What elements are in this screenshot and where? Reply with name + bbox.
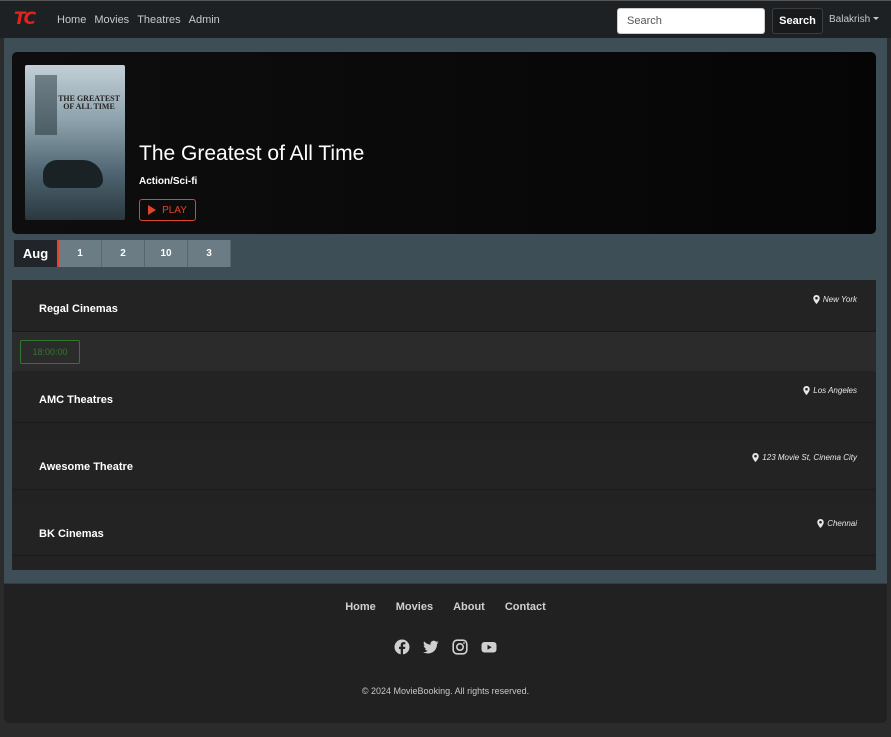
nav-link-theatres[interactable]: Theatres — [137, 14, 180, 26]
theatre-location: Chennai — [817, 519, 857, 528]
date-item[interactable]: 10 — [145, 240, 188, 267]
map-pin-icon — [803, 386, 810, 395]
footer-link-contact[interactable]: Contact — [505, 601, 546, 613]
map-pin-icon — [752, 453, 760, 462]
social-links — [4, 639, 887, 655]
movie-genre: Action/Sci-fi — [139, 176, 198, 187]
play-icon — [148, 205, 157, 215]
date-selector: Aug 1 2 10 3 — [14, 240, 231, 267]
nav-link-movies[interactable]: Movies — [94, 14, 129, 26]
movie-title: The Greatest of All Time — [139, 142, 365, 165]
instagram-icon[interactable] — [452, 639, 468, 655]
nav-links: Home Movies Theatres Admin — [57, 14, 228, 26]
poster-bike — [43, 160, 103, 188]
theatre-location: 123 Movie St, Cinema City — [752, 453, 857, 462]
main-content: THE GREATEST OF ALL TIME The Greatest of… — [4, 38, 887, 583]
brand-logo[interactable]: TC — [14, 9, 36, 29]
theatre-card-amc[interactable]: AMC Theatres Los Angeles — [12, 371, 876, 423]
showtime-button[interactable]: 18:00:00 — [20, 340, 80, 364]
movie-poster: THE GREATEST OF ALL TIME — [25, 65, 125, 220]
nav-link-admin[interactable]: Admin — [189, 14, 220, 26]
poster-title: THE GREATEST OF ALL TIME — [58, 94, 120, 111]
location-text: New York — [822, 295, 857, 304]
user-menu[interactable]: Balakrish — [829, 14, 880, 25]
location-text: Los Angeles — [813, 386, 857, 395]
theatre-name: Regal Cinemas — [39, 303, 118, 315]
location-text: 123 Movie St, Cinema City — [762, 453, 857, 462]
search-button[interactable]: Search — [772, 8, 823, 34]
date-item[interactable]: 2 — [102, 240, 145, 267]
copyright-text: © 2024 MovieBooking. All rights reserved… — [361, 686, 530, 696]
search-input[interactable] — [617, 8, 765, 34]
theatre-name: BK Cinemas — [39, 528, 104, 540]
footer-links: Home Movies About Contact — [4, 601, 887, 613]
date-item[interactable]: 3 — [188, 240, 231, 267]
facebook-icon[interactable] — [394, 639, 410, 655]
theatre-card-awesome[interactable]: Awesome Theatre 123 Movie St, Cinema Cit… — [12, 438, 876, 490]
footer-link-movies[interactable]: Movies — [396, 601, 433, 613]
theatre-card-regal[interactable]: Regal Cinemas New York 18:00:00 — [12, 280, 876, 372]
month-label: Aug — [14, 240, 59, 267]
location-text: Chennai — [827, 519, 857, 528]
chevron-down-icon — [873, 17, 880, 20]
showtimes-row: 18:00:00 — [12, 332, 876, 372]
date-item[interactable]: 1 — [59, 240, 102, 267]
theatre-name: Awesome Theatre — [39, 461, 133, 473]
theatre-location: Los Angeles — [803, 386, 857, 395]
poster-tower — [35, 75, 57, 135]
footer-link-about[interactable]: About — [453, 601, 485, 613]
theatre-name: AMC Theatres — [39, 394, 113, 406]
footer-link-home[interactable]: Home — [345, 601, 376, 613]
theatre-card-bk[interactable]: BK Cinemas Chennai — [12, 504, 876, 556]
theatre-list: Regal Cinemas New York 18:00:00 AMC Thea… — [12, 280, 876, 570]
twitter-icon[interactable] — [423, 639, 439, 655]
theatre-location: New York — [813, 295, 857, 304]
play-label: PLAY — [162, 204, 187, 216]
navbar: TC Home Movies Theatres Admin Search Bal… — [0, 0, 891, 38]
user-name: Balakrish — [829, 14, 871, 25]
map-pin-icon — [817, 519, 824, 528]
movie-hero: THE GREATEST OF ALL TIME The Greatest of… — [12, 52, 876, 234]
map-pin-icon — [813, 295, 820, 304]
youtube-icon[interactable] — [481, 639, 497, 655]
nav-link-home[interactable]: Home — [57, 14, 86, 26]
play-button[interactable]: PLAY — [139, 199, 196, 221]
footer: Home Movies About Contact © 2024 MovieBo… — [4, 583, 887, 723]
